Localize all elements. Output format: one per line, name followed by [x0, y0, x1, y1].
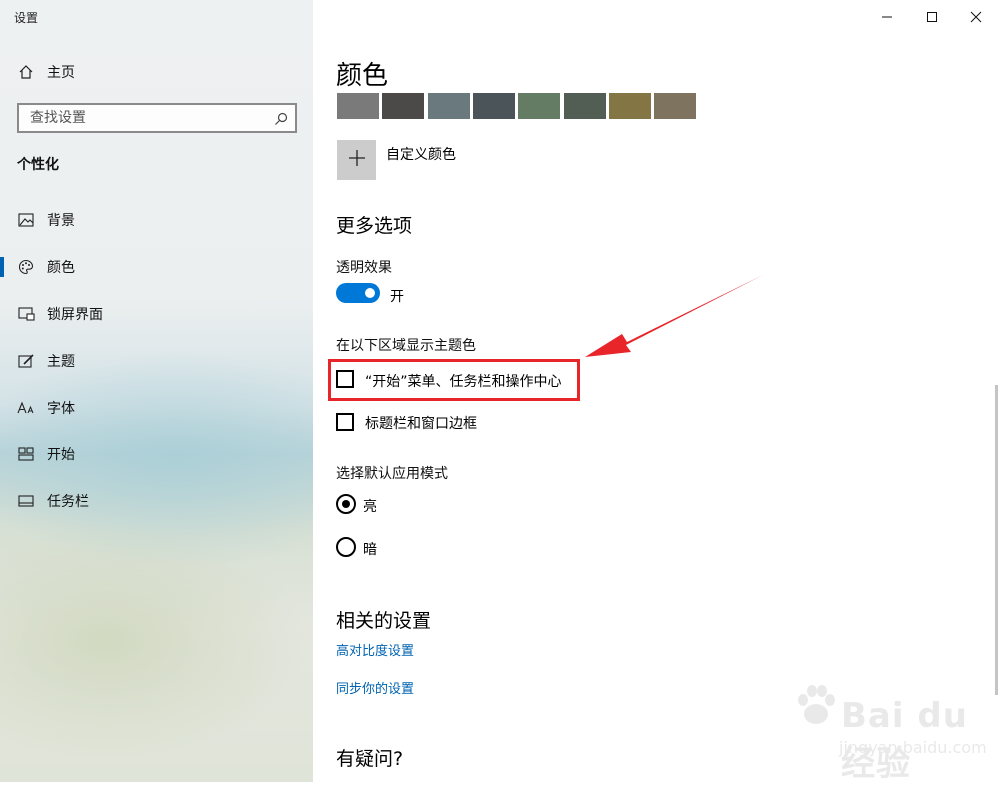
palette-icon	[17, 258, 35, 276]
lock-screen-icon	[17, 305, 35, 323]
color-swatch[interactable]	[654, 93, 697, 119]
annotation-arrow	[585, 275, 763, 357]
paw-icon	[798, 685, 835, 724]
app-mode-label: 选择默认应用模式	[336, 466, 448, 482]
window-title: 设置	[14, 11, 39, 25]
dark-mode-radio[interactable]	[336, 537, 356, 557]
minimize-button[interactable]	[877, 8, 897, 26]
sidebar-item-label: 锁屏界面	[47, 307, 103, 323]
minimize-icon	[881, 8, 893, 27]
sidebar-item-label: 背景	[47, 213, 75, 229]
search-input[interactable]	[28, 109, 262, 127]
color-swatch[interactable]	[337, 93, 379, 119]
sidebar-item-label: 主题	[47, 354, 75, 370]
accent-surfaces-label: 在以下区域显示主题色	[336, 338, 476, 354]
dark-mode-label: 暗	[363, 542, 377, 558]
sidebar-item-themes[interactable]: 主题	[0, 341, 313, 381]
related-settings-title: 相关的设置	[336, 610, 432, 632]
sidebar-item-colors[interactable]: 颜色	[0, 247, 313, 287]
maximize-icon	[926, 8, 938, 27]
custom-color-button[interactable]	[337, 140, 376, 180]
high-contrast-link[interactable]: 高对比度设置	[336, 640, 414, 659]
color-swatch[interactable]	[472, 93, 515, 119]
color-swatch[interactable]	[518, 93, 561, 119]
font-icon	[17, 399, 35, 417]
color-swatch[interactable]	[563, 93, 606, 119]
watermark: Bai du 经验 jingyan.baidu.com	[761, 668, 1000, 784]
theme-icon	[17, 352, 35, 370]
sidebar-item-home[interactable]: 主页	[0, 52, 313, 92]
sync-settings-link[interactable]: 同步你的设置	[336, 678, 414, 697]
search-icon[interactable]	[274, 111, 288, 130]
page-title: 颜色	[336, 61, 389, 91]
titlebar-checkbox-label: 标题栏和窗口边框	[365, 416, 477, 432]
light-mode-radio[interactable]	[336, 494, 356, 514]
sidebar: 设置 主页 个性化 背景 颜色 锁屏界面 主题	[0, 0, 313, 782]
start-icon	[17, 445, 35, 463]
search-box[interactable]	[17, 103, 297, 133]
sidebar-item-label: 字体	[47, 401, 75, 417]
custom-color-label: 自定义颜色	[386, 147, 456, 163]
sidebar-item-label: 主页	[47, 65, 75, 81]
main-content: 颜色 自定义颜色 更多选项 透明效果 开 在以下区域显示主题色 “开始”菜单、任…	[313, 0, 1000, 784]
color-swatch[interactable]	[608, 93, 651, 119]
sidebar-item-label: 任务栏	[47, 494, 89, 510]
home-icon	[17, 63, 35, 81]
color-swatch[interactable]	[382, 93, 425, 119]
sidebar-item-background[interactable]: 背景	[0, 200, 313, 240]
transparency-label: 透明效果	[336, 260, 392, 276]
section-title: 个性化	[17, 157, 59, 173]
light-mode-label: 亮	[363, 499, 377, 515]
scrollbar[interactable]	[995, 385, 998, 695]
highlight-box	[328, 359, 580, 401]
transparency-toggle[interactable]	[336, 283, 380, 303]
sidebar-item-taskbar[interactable]: 任务栏	[0, 481, 313, 521]
close-icon	[970, 8, 982, 27]
transparency-state: 开	[390, 289, 404, 305]
watermark-url: jingyan.baidu.com	[839, 738, 987, 757]
question-title: 有疑问?	[336, 748, 404, 770]
image-icon	[17, 211, 35, 229]
sidebar-item-label: 颜色	[47, 260, 75, 276]
color-swatch[interactable]	[427, 93, 470, 119]
more-options-title: 更多选项	[336, 215, 413, 237]
close-button[interactable]	[966, 8, 986, 26]
maximize-button[interactable]	[922, 8, 942, 26]
taskbar-icon	[17, 492, 35, 510]
plus-icon	[348, 149, 366, 171]
titlebar-checkbox[interactable]	[336, 413, 354, 431]
sidebar-item-start[interactable]: 开始	[0, 434, 313, 474]
sidebar-item-fonts[interactable]: 字体	[0, 388, 313, 428]
sidebar-item-label: 开始	[47, 447, 75, 463]
sidebar-item-lockscreen[interactable]: 锁屏界面	[0, 294, 313, 334]
